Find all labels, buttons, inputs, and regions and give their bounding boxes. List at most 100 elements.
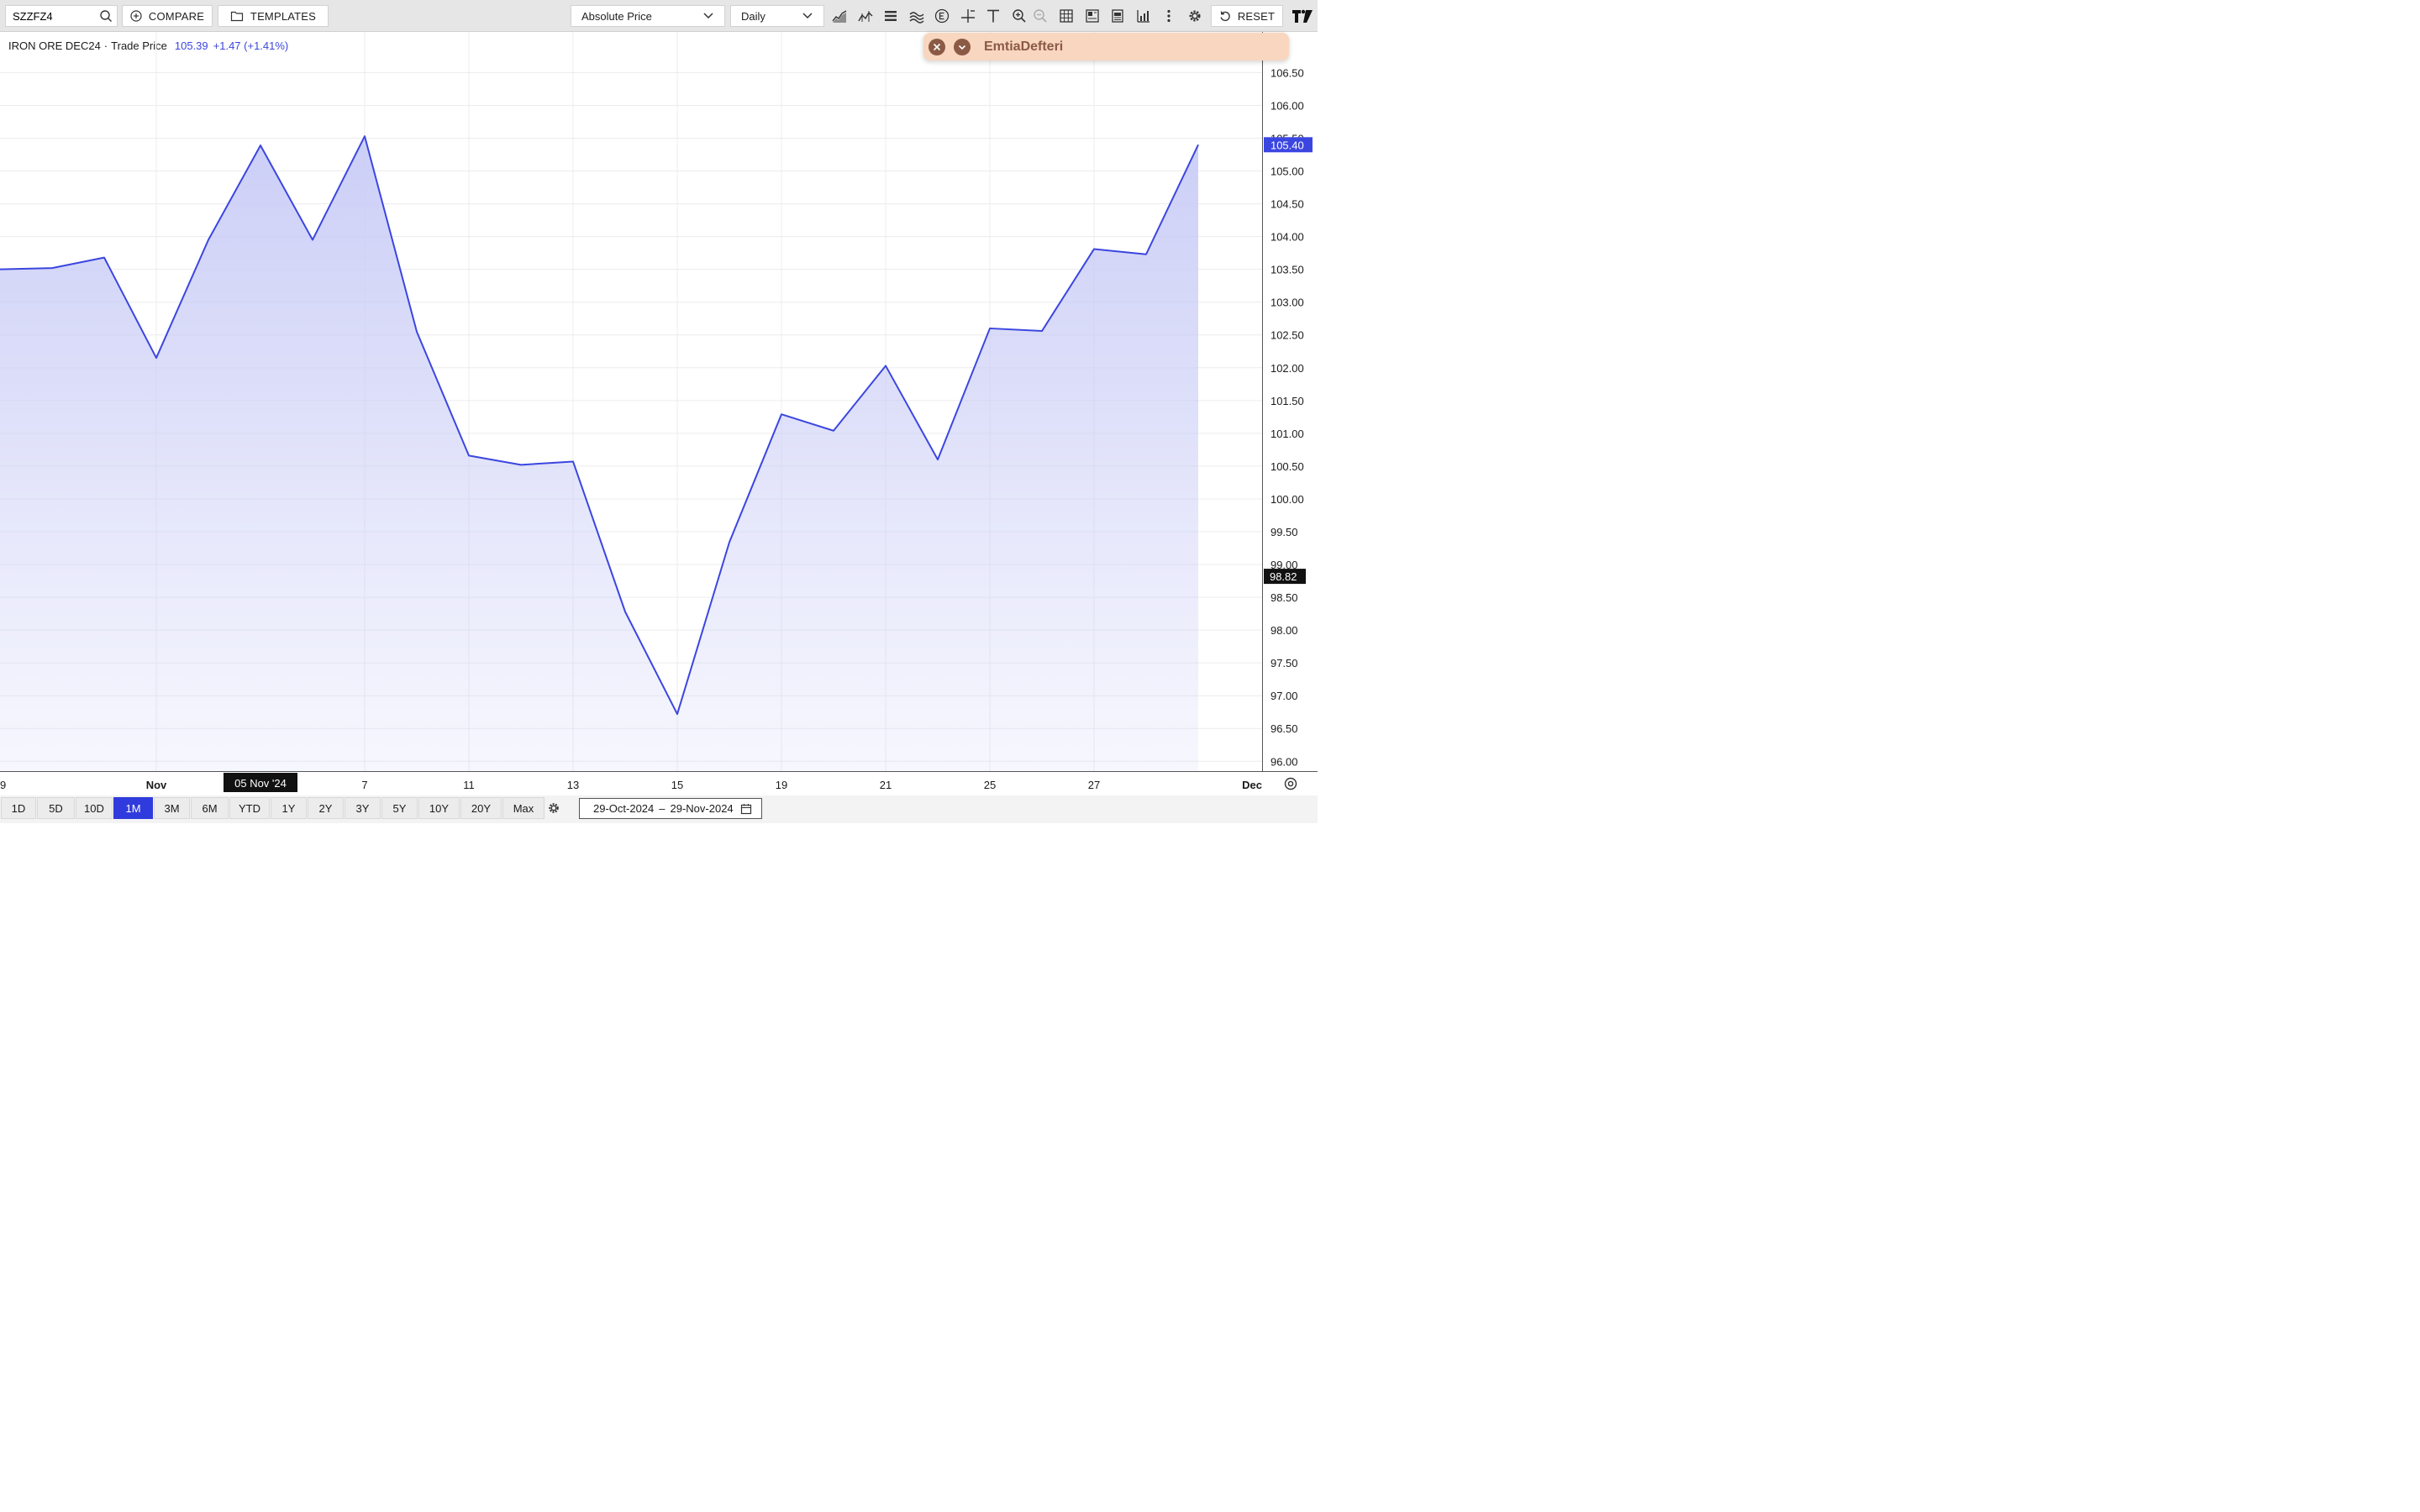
interval-select[interactable]: Daily: [729, 4, 824, 27]
date-end: 29-Nov-2024: [670, 801, 734, 815]
range-3y-button[interactable]: 3Y: [344, 796, 381, 819]
gear-icon: [549, 803, 559, 813]
y-tick-label: 100.50: [1270, 460, 1304, 473]
chevron-down-icon: [958, 45, 966, 50]
y-tick-label: 100.00: [1270, 493, 1304, 506]
compare-button[interactable]: COMPARE: [121, 4, 213, 27]
chevron-down-icon: [802, 12, 813, 20]
range-max-button[interactable]: Max: [502, 796, 544, 819]
price-area-fill: [0, 136, 1198, 771]
y-tick-label: 102.50: [1270, 329, 1304, 342]
x-tick-label: 25: [984, 779, 996, 791]
range-10d-button[interactable]: 10D: [75, 796, 113, 819]
x-tick-label: 7: [361, 779, 367, 791]
add-circle-icon: [130, 10, 142, 22]
range-6m-button[interactable]: 6M: [190, 796, 229, 819]
bars-icon[interactable]: [881, 7, 900, 25]
chart-app: COMPARE TEMPLATES Absolute Price Daily: [0, 0, 1318, 823]
price-chart[interactable]: 106.50106.00105.50105.00104.50104.00103.…: [0, 31, 1318, 795]
x-tick-label: 15: [671, 779, 683, 791]
panel-title: EmtiaDefteri: [983, 39, 1064, 54]
brand-logo: [1292, 8, 1313, 24]
indicators-icon[interactable]: [908, 7, 926, 25]
y-tick-label: 103.50: [1270, 264, 1304, 276]
studies-icon[interactable]: [1134, 7, 1153, 25]
range-3m-button[interactable]: 3M: [153, 796, 190, 819]
crosshair-price-label: 98.82: [1270, 570, 1297, 583]
bottom-bar: 1D 5D 10D 1M 3M 6M YTD 1Y 2Y 3Y 5Y 10Y 20Y Max 29-Oct…: [0, 795, 1318, 823]
floating-panel: EmtiaDefteri: [923, 32, 1289, 60]
news-icon[interactable]: [1108, 7, 1127, 25]
y-tick-label: 102.00: [1270, 362, 1304, 375]
y-tick-label: 96.50: [1270, 722, 1298, 735]
more-icon[interactable]: [1160, 7, 1178, 25]
x-tick-label: 21: [880, 779, 892, 791]
x-tick-label: 11: [463, 779, 474, 791]
interval-value: Daily: [740, 9, 765, 23]
range-1d-button[interactable]: 1D: [0, 796, 36, 819]
y-tick-label: 101.00: [1270, 428, 1304, 440]
y-tick-label: 105.00: [1270, 165, 1304, 178]
y-tick-label: 98.00: [1270, 624, 1298, 637]
close-panel-button[interactable]: [928, 38, 945, 55]
date-separator: –: [659, 801, 666, 815]
y-tick-label: 98.50: [1270, 591, 1298, 604]
range-10y-button[interactable]: 10Y: [418, 796, 460, 819]
date-start: 29-Oct-2024: [592, 801, 655, 815]
symbol-search[interactable]: [4, 4, 118, 27]
range-ytd-button[interactable]: YTD: [229, 796, 270, 819]
reset-label: RESET: [1237, 9, 1276, 23]
close-icon: [933, 43, 941, 50]
gear-icon[interactable]: [1186, 7, 1204, 25]
y-tick-label: 96.00: [1270, 755, 1298, 768]
crosshair-date-label: 05 Nov '24: [234, 777, 287, 790]
price-mode-value: Absolute Price: [581, 9, 652, 23]
calendar-icon: [740, 802, 752, 814]
x-tick-label: 13: [567, 779, 579, 791]
x-tick-label: Dec: [1242, 779, 1262, 791]
y-tick-label: 106.00: [1270, 99, 1304, 112]
text-tool-icon[interactable]: [984, 7, 1002, 25]
table-icon[interactable]: [1057, 7, 1076, 25]
compare-label: COMPARE: [148, 9, 205, 23]
zoom-out-icon[interactable]: [1031, 7, 1050, 25]
x-tick-label: 9: [0, 779, 6, 791]
chevron-down-icon: [702, 12, 714, 20]
y-tick-label: 104.50: [1270, 198, 1304, 211]
templates-button[interactable]: TEMPLATES: [217, 4, 329, 27]
range-2y-button[interactable]: 2Y: [307, 796, 344, 819]
line-chart-icon[interactable]: [856, 7, 875, 25]
range-5y-button[interactable]: 5Y: [381, 796, 418, 819]
layout-icon[interactable]: [1083, 7, 1102, 25]
templates-label: TEMPLATES: [250, 9, 317, 23]
range-settings-button[interactable]: [545, 800, 562, 816]
y-tick-label: 97.50: [1270, 657, 1298, 669]
crosshair-icon[interactable]: [959, 7, 977, 25]
range-1y-button[interactable]: 1Y: [270, 796, 307, 819]
y-tick-label: 106.50: [1270, 66, 1304, 79]
zoom-in-icon[interactable]: [1010, 7, 1028, 25]
reset-button[interactable]: RESET: [1210, 4, 1283, 27]
y-tick-label: 103.00: [1270, 297, 1304, 309]
range-1m-button[interactable]: 1M: [113, 796, 153, 819]
x-tick-label: 19: [776, 779, 787, 791]
area-chart-icon[interactable]: [830, 7, 849, 25]
y-tick-label: 104.00: [1270, 231, 1304, 244]
range-5d-button[interactable]: 5D: [36, 796, 75, 819]
y-tick-label: 97.00: [1270, 690, 1298, 702]
top-toolbar: COMPARE TEMPLATES Absolute Price Daily: [0, 0, 1318, 32]
collapse-panel-button[interactable]: [953, 38, 971, 55]
price-mode-select[interactable]: Absolute Price: [570, 4, 725, 27]
last-price-axis-label: 105.40: [1270, 139, 1304, 151]
range-20y-button[interactable]: 20Y: [460, 796, 502, 819]
search-icon[interactable]: [99, 9, 113, 23]
date-range-picker[interactable]: 29-Oct-2024 – 29-Nov-2024: [578, 797, 762, 819]
y-tick-label: 101.50: [1270, 395, 1304, 407]
undo-icon: [1219, 10, 1231, 22]
events-icon[interactable]: [933, 7, 951, 25]
x-tick-label: 27: [1088, 779, 1100, 791]
y-tick-label: 99.50: [1270, 526, 1298, 538]
x-tick-label: Nov: [146, 779, 167, 791]
folder-icon: [230, 10, 244, 22]
axis-settings-icon[interactable]: [1284, 777, 1297, 790]
